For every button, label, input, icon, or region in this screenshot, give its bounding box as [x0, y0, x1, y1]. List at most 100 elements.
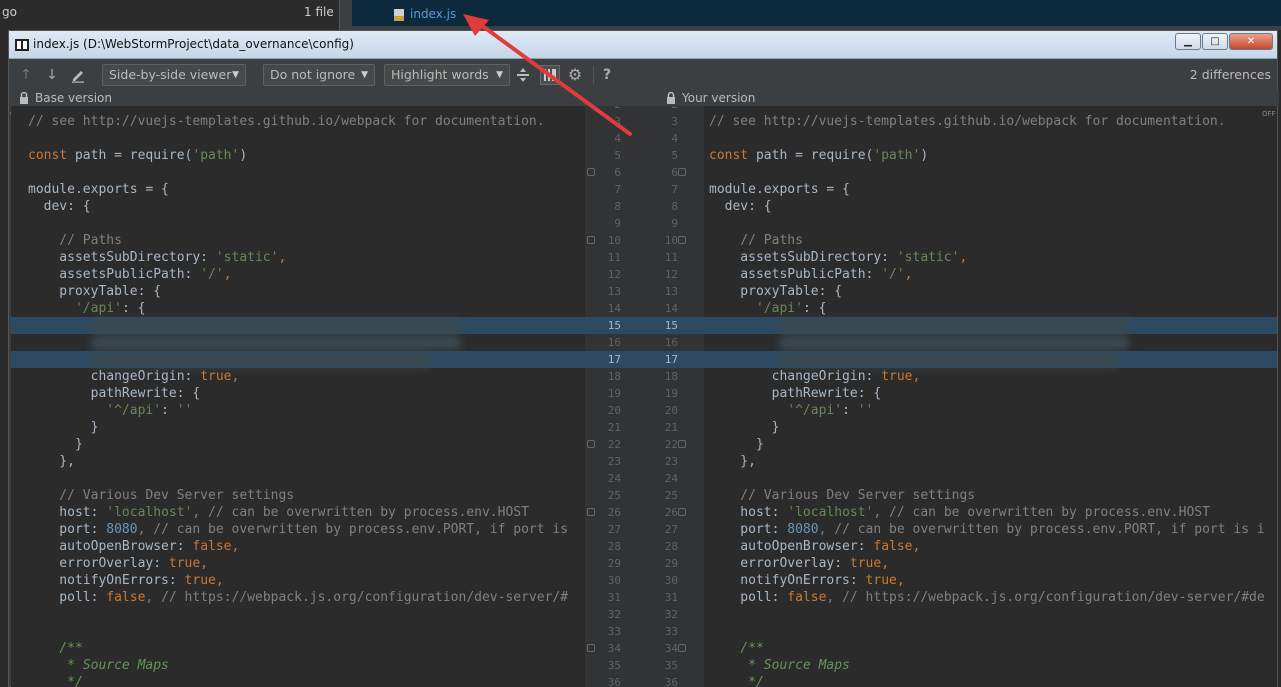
line-number-right: 16 — [664, 336, 678, 349]
code-token: 8080 — [787, 522, 819, 537]
fold-marker-icon[interactable] — [678, 168, 686, 176]
fold-marker-icon[interactable] — [587, 236, 595, 244]
code-token: host: — [28, 505, 107, 520]
code-token: '/api' — [755, 301, 803, 316]
code-line-12: assetsPublicPath: '/', — [28, 266, 231, 283]
fold-marker-icon[interactable] — [678, 440, 686, 448]
line-number-left: 12 — [607, 268, 621, 281]
code-line-36: */ — [709, 675, 764, 687]
code-line-21: } — [28, 420, 99, 435]
code-line-28: autoOpenBrowser: false, — [28, 538, 239, 555]
code-token: true — [184, 573, 216, 588]
line-number-right: 28 — [664, 540, 678, 553]
line-number-right: 26 — [664, 506, 678, 519]
line-number-left: 31 — [607, 591, 621, 604]
code-line-3: // see http://vuejs-templates.github.io/… — [709, 114, 1226, 129]
code-token: ) — [920, 148, 929, 163]
code-line-5: const path = require('path') — [709, 147, 928, 164]
code-token: errorOverlay: — [709, 556, 850, 571]
code-token: false — [873, 539, 913, 554]
code-line-26: host: 'localhost', // can be overwritten… — [709, 504, 1210, 521]
code-line-28: autoOpenBrowser: false, — [709, 538, 920, 555]
code-token: autoOpenBrowser: — [28, 539, 193, 554]
line-number-left: 21 — [607, 421, 621, 434]
code-token: port: — [709, 522, 788, 537]
code-line-11: assetsSubDirectory: 'static', — [709, 249, 967, 266]
line-number-left: 14 — [607, 302, 621, 315]
minimize-button[interactable]: ▁ — [1175, 33, 1201, 50]
fold-marker-icon[interactable] — [587, 440, 595, 448]
code-token: '/' — [881, 267, 905, 282]
chevron-down-icon: ▼ — [361, 70, 368, 80]
app-icon — [15, 39, 29, 51]
code-line-11: assetsSubDirectory: 'static', — [28, 249, 286, 266]
code-token: : — [161, 403, 177, 418]
line-number-right: 35 — [664, 659, 678, 672]
line-number-left: 23 — [607, 455, 621, 468]
previous-difference-icon[interactable]: ↑ — [18, 67, 34, 83]
file-tab-index-js[interactable]: index.js — [410, 7, 456, 21]
line-number-right: 18 — [664, 370, 678, 383]
maximize-button[interactable]: □ — [1202, 33, 1228, 50]
code-token: true — [865, 573, 897, 588]
fold-marker-icon[interactable] — [587, 508, 595, 516]
code-line-13: proxyTable: { — [709, 284, 843, 299]
your-version-editor[interactable]: // see http://vuejs-templates.github.io/… — [704, 106, 1277, 687]
code-token: , — [959, 250, 968, 265]
ignore-mode-value: Do not ignore — [270, 67, 356, 82]
line-number-right: 22 — [664, 438, 678, 451]
code-line-18: changeOrigin: true, — [28, 368, 240, 385]
edit-source-icon[interactable] — [70, 67, 86, 83]
fold-marker-icon[interactable] — [587, 644, 595, 652]
line-number-left: 15 — [607, 319, 621, 332]
line-number-right: 17 — [664, 353, 678, 366]
fold-marker-icon[interactable] — [678, 236, 686, 244]
code-token: 'static' — [215, 250, 279, 265]
code-line-25: // Various Dev Server settings — [28, 488, 295, 503]
code-line-10: // Paths — [709, 233, 803, 248]
code-token: , // https://webpack.js.org/configuratio… — [826, 590, 1265, 605]
close-button[interactable]: ✕ — [1229, 33, 1273, 50]
changes-panel: go 1 file — [0, 0, 340, 30]
line-number-right: 2 — [656, 106, 678, 113]
code-token: , — [231, 369, 240, 384]
redacted-code — [91, 319, 461, 333]
fold-marker-icon[interactable] — [678, 508, 686, 516]
line-number-right: 31 — [664, 591, 678, 604]
fold-marker-icon[interactable] — [587, 168, 595, 176]
line-number-left: 28 — [607, 540, 621, 553]
line-number-left: 5 — [614, 149, 621, 162]
code-token: 'path' — [192, 148, 240, 163]
line-number-left: 24 — [607, 472, 621, 485]
changes-file-count: 1 file — [304, 5, 334, 19]
code-line-25: // Various Dev Server settings — [709, 488, 976, 503]
code-token: true — [881, 369, 913, 384]
line-number-left: 33 — [607, 625, 621, 638]
line-number-right: 24 — [664, 472, 678, 485]
gutter-changed-band: 15 15 — [585, 317, 704, 334]
code-line-7: module.exports = { — [28, 182, 169, 197]
off-label-right: OFF — [1262, 110, 1276, 118]
line-number-right: 8 — [671, 200, 678, 213]
viewer-mode-select[interactable]: Side-by-side viewer ▼ — [102, 64, 246, 86]
code-token: host: — [709, 505, 788, 520]
differences-count: 2 differences — [1189, 67, 1271, 82]
next-difference-icon[interactable]: ↓ — [44, 67, 60, 83]
code-line-14: '/api': { — [709, 300, 826, 317]
code-line-14: '/api': { — [28, 300, 145, 317]
code-token: '^/api' — [787, 403, 843, 418]
code-token: 'localhost' — [787, 505, 874, 520]
code-line-21: } — [709, 420, 780, 435]
base-version-editor[interactable]: // see http://vuejs-templates.github.io/… — [11, 106, 585, 687]
your-version-header: Your version — [657, 90, 1279, 106]
code-token: , // https://webpack.js.org/configuratio… — [145, 590, 569, 605]
code-line-29: errorOverlay: true, — [28, 555, 208, 572]
redacted-code — [91, 336, 461, 350]
code-line-22: } — [709, 437, 764, 452]
ignore-whitespace-select[interactable]: Do not ignore ▼ — [263, 64, 375, 86]
lock-icon — [20, 92, 28, 104]
line-number-left: 29 — [607, 557, 621, 570]
fold-marker-icon[interactable] — [678, 644, 686, 652]
